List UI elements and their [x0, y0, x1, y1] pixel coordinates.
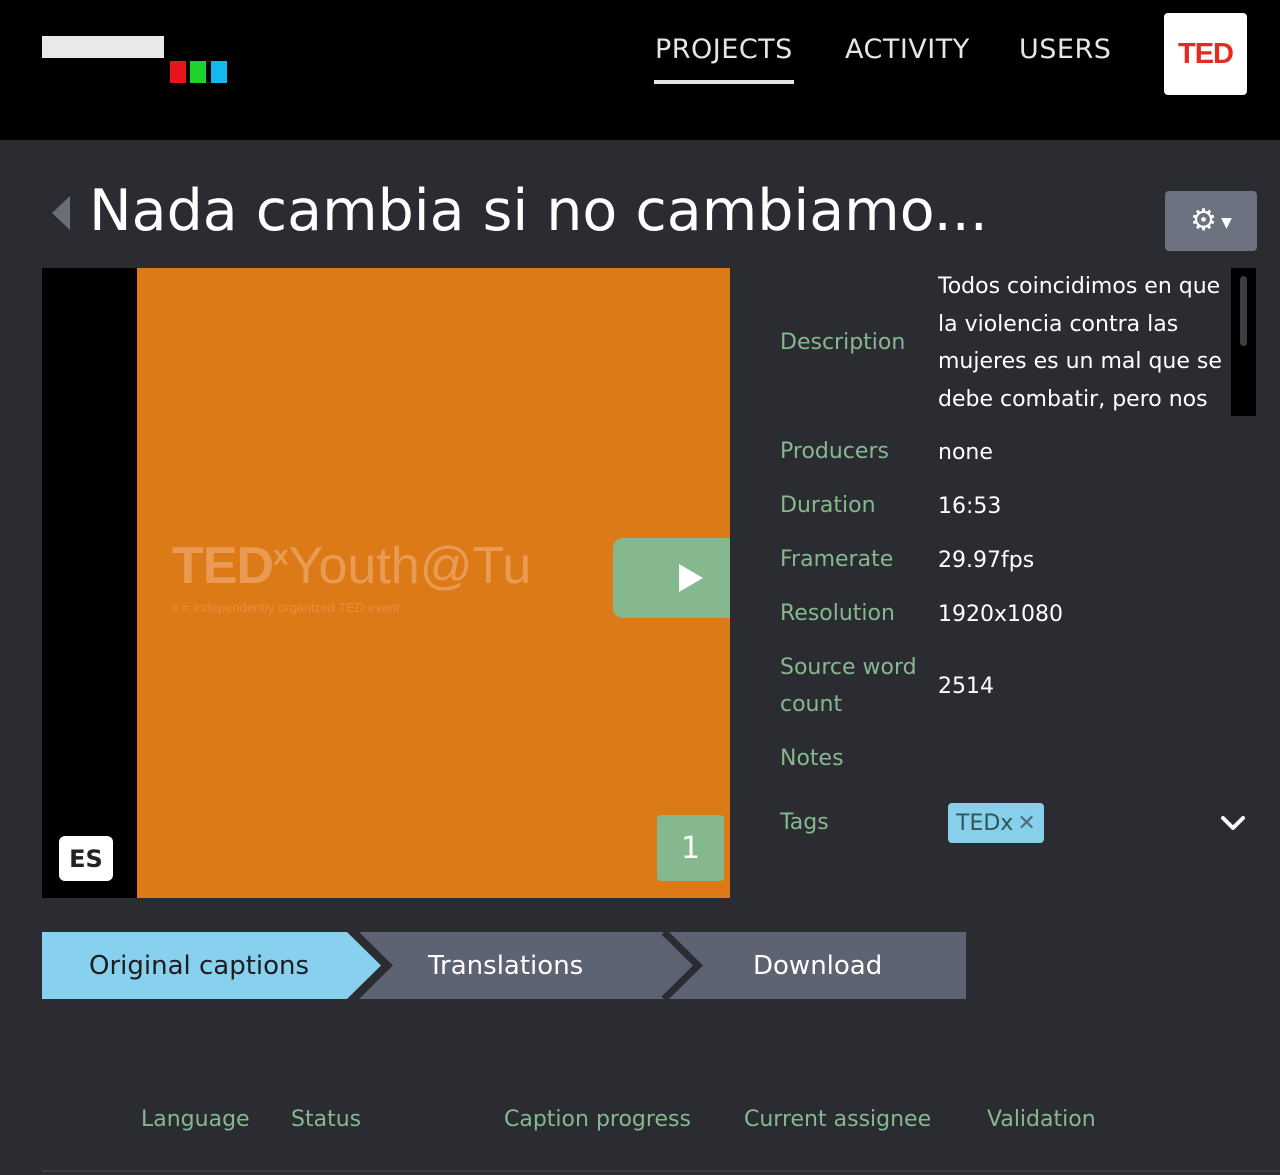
tags-label: Tags	[780, 810, 829, 835]
producers-value: none	[938, 440, 993, 465]
column-status[interactable]: Status	[291, 1103, 361, 1137]
nav-users[interactable]: USERS	[1019, 34, 1111, 65]
resolution-label: Resolution	[780, 601, 895, 626]
resolution-value: 1920x1080	[938, 602, 1063, 627]
play-button[interactable]	[613, 538, 730, 618]
word-count-label-line2: count	[780, 692, 843, 717]
description-text: Todos coincidimos en que la violencia co…	[938, 274, 1222, 412]
tag-label: TEDx	[956, 810, 1014, 836]
column-current-assignee[interactable]: Current assignee	[744, 1103, 931, 1137]
video-overlay-subtitle: x = independently organized TED event	[172, 600, 400, 615]
notes-label: Notes	[780, 746, 844, 771]
gear-icon: ⚙	[1190, 203, 1218, 238]
description-scrollbar[interactable]	[1231, 268, 1256, 416]
word-count-label: Source word	[780, 655, 917, 680]
caret-down-icon: ▼	[1221, 215, 1232, 231]
chevron-left-icon[interactable]	[52, 196, 70, 230]
video-frame: TEDxYouth@Tu x = independently organized…	[137, 268, 730, 898]
tab-translations[interactable]: Translations	[428, 932, 583, 999]
nav-activity[interactable]: ACTIVITY	[845, 34, 970, 65]
duration-label: Duration	[780, 493, 876, 518]
tag-chip: TEDx ✕	[948, 803, 1044, 843]
logo-red-square	[170, 61, 186, 83]
app-logo[interactable]	[42, 36, 232, 86]
settings-dropdown-button[interactable]: ⚙ ▼	[1165, 191, 1257, 251]
description-label: Description	[780, 330, 906, 355]
video-player[interactable]: TEDxYouth@Tu x = independently organized…	[42, 268, 730, 898]
logo-blue-square	[211, 61, 227, 83]
play-icon	[678, 564, 703, 592]
language-badge: ES	[59, 836, 113, 881]
tab-original-captions[interactable]: Original captions	[89, 932, 309, 999]
duration-value: 16:53	[938, 494, 1002, 519]
logo-green-square	[190, 61, 206, 83]
nav-projects[interactable]: PROJECTS	[655, 34, 793, 65]
nav-active-indicator	[654, 80, 794, 84]
table-divider	[42, 1170, 1280, 1172]
logo-bar	[42, 36, 164, 58]
ted-logo-button[interactable]: TED	[1164, 13, 1247, 95]
column-caption-progress[interactable]: Caption progress	[504, 1103, 691, 1137]
column-validation[interactable]: Validation	[987, 1103, 1096, 1137]
page-title: Nada cambia si no cambiamo...	[89, 178, 988, 244]
framerate-value: 29.97fps	[938, 548, 1035, 573]
tab-download[interactable]: Download	[753, 932, 882, 999]
caption-count-badge: 1	[657, 815, 724, 881]
column-language[interactable]: Language	[141, 1103, 250, 1137]
framerate-label: Framerate	[780, 547, 894, 572]
workflow-steps: Original captions Translations Download	[42, 932, 967, 999]
close-icon[interactable]: ✕	[1017, 811, 1035, 836]
top-navigation: PROJECTS ACTIVITY USERS TED	[0, 0, 1280, 140]
word-count-value: 2514	[938, 674, 994, 699]
chevron-down-icon[interactable]	[1216, 808, 1250, 838]
producers-label: Producers	[780, 439, 889, 464]
video-overlay-brand: TEDxYouth@Tu	[172, 537, 532, 595]
scrollbar-thumb[interactable]	[1240, 276, 1247, 346]
